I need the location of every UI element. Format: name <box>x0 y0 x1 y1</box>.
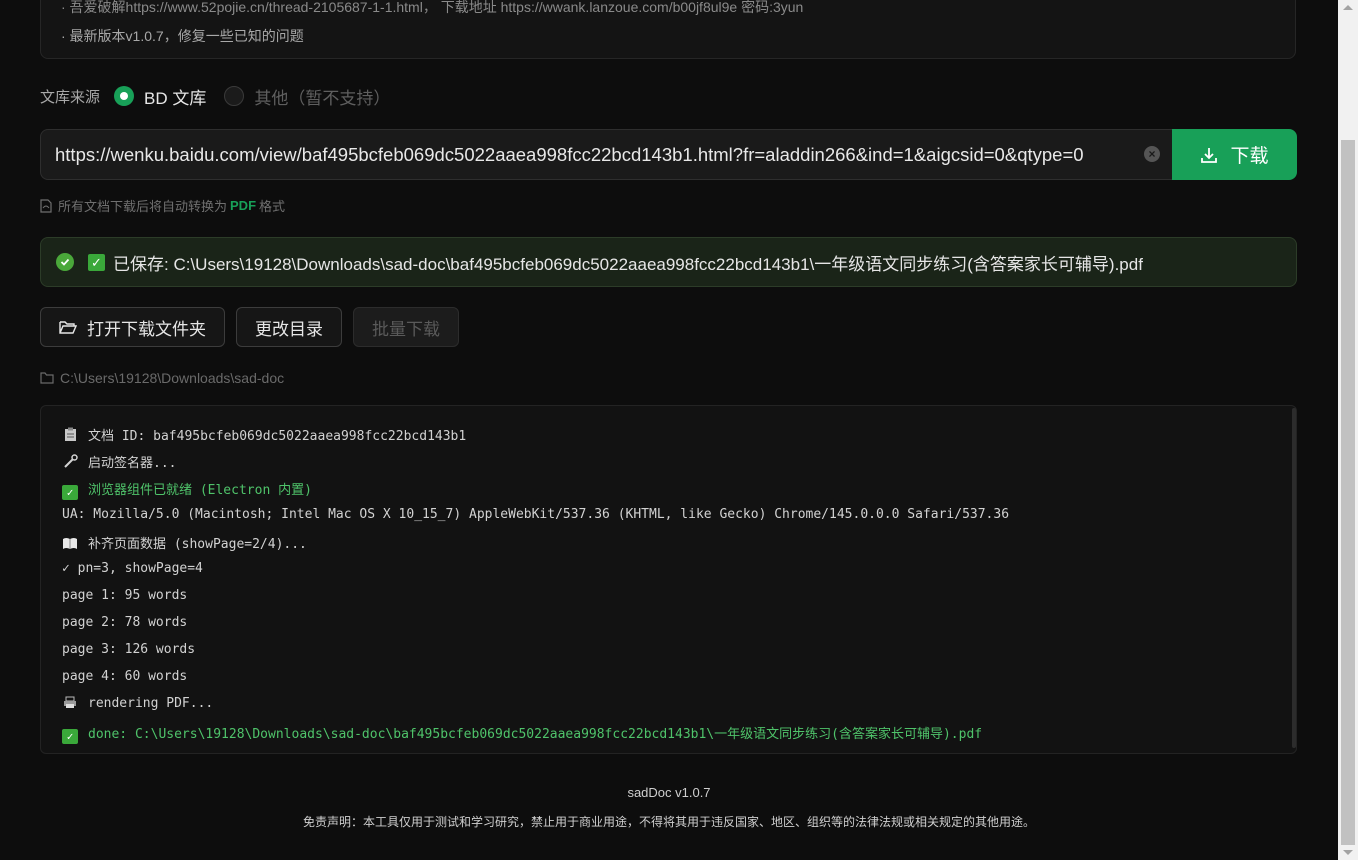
source-selector: 文库来源 BD 文库 其他（暂不支持） <box>40 84 408 108</box>
download-directory: C:\Users\19128\Downloads\sad-doc <box>40 370 284 386</box>
saved-message: 已保存: C:\Users\19128\Downloads\sad-doc\ba… <box>113 254 1143 274</box>
download-button[interactable]: 下载 <box>1172 129 1297 180</box>
log-line: ✓ pn=3, showPage=4 <box>62 561 203 576</box>
log-text: 浏览器组件已就绪 (Electron 内置) <box>88 483 312 498</box>
check-icon: ✓ <box>62 485 78 500</box>
wrench-icon <box>62 454 78 469</box>
log-line: page 4: 60 words <box>62 669 187 684</box>
log-text: rendering PDF... <box>88 696 214 711</box>
pdf-file-icon <box>40 198 52 213</box>
change-directory-button[interactable]: 更改目录 <box>236 307 342 347</box>
scroll-up-icon[interactable] <box>1343 5 1353 10</box>
scroll-down-icon[interactable] <box>1343 850 1353 855</box>
clipboard-icon <box>62 427 78 442</box>
log-panel[interactable]: 文档 ID: baf495bcfeb069dc5022aaea998fcc22b… <box>40 405 1297 754</box>
success-icon <box>56 253 74 271</box>
log-text: page 2: 78 words <box>62 615 188 630</box>
log-text: page 3: 126 words <box>62 642 196 657</box>
disclaimer: 免责声明：本工具仅用于测试和学习研究，禁止用于商业用途，不得将其用于违反国家、地… <box>302 815 1035 829</box>
log-text: 补齐页面数据 (showPage=2/4)... <box>88 537 307 552</box>
log-line: ✓ done: C:\Users\19128\Downloads\sad-doc\… <box>62 723 982 744</box>
radio-unselected-icon <box>224 86 245 106</box>
download-icon <box>1201 147 1218 163</box>
batch-download-button: 批量下载 <box>353 307 459 347</box>
log-line: page 2: 78 words <box>62 615 187 630</box>
radio-selected-icon <box>114 86 135 106</box>
radio-bd-wenku[interactable]: BD 文库 <box>114 84 206 109</box>
log-text: 启动签名器... <box>88 456 177 471</box>
log-line: page 1: 95 words <box>62 588 187 603</box>
folder-open-icon <box>59 320 77 334</box>
log-text: ✓ pn=3, showPage=4 <box>62 561 203 576</box>
source-label: 文库来源 <box>40 88 101 106</box>
log-text: UA: Mozilla/5.0 (Macintosh; Intel Mac OS… <box>62 507 1010 522</box>
log-text: page 4: 60 words <box>62 669 188 684</box>
batch-download-label: 批量下载 <box>372 319 440 339</box>
directory-path: C:\Users\19128\Downloads\sad-doc <box>60 370 285 386</box>
check-icon: ✓ <box>62 729 78 744</box>
log-line: 文档 ID: baf495bcfeb069dc5022aaea998fcc22b… <box>62 425 466 444</box>
folder-icon <box>40 372 54 384</box>
hint-suffix: 格式 <box>259 199 286 214</box>
hint-text: 所有文档下载后将自动转换为 <box>58 199 228 214</box>
check-icon: ✓ <box>88 253 105 271</box>
action-buttons: 打开下载文件夹 更改目录 批量下载 <box>40 307 470 347</box>
open-folder-label: 打开下载文件夹 <box>87 319 206 339</box>
log-text: 文档 ID: baf495bcfeb069dc5022aaea998fcc22b… <box>88 429 467 444</box>
scrollbar-thumb[interactable] <box>1341 140 1355 845</box>
log-scrollbar[interactable] <box>1292 408 1296 748</box>
clear-icon[interactable]: × <box>1144 146 1160 162</box>
log-text: done: C:\Users\19128\Downloads\sad-doc\b… <box>88 727 983 742</box>
hint-pdf: PDF <box>230 198 257 213</box>
saved-alert: ✓ 已保存: C:\Users\19128\Downloads\sad-doc\… <box>40 237 1297 287</box>
printer-icon <box>62 696 78 711</box>
url-field-wrapper: × <box>40 129 1172 180</box>
open-folder-button[interactable]: 打开下载文件夹 <box>40 307 225 347</box>
change-directory-label: 更改目录 <box>255 319 323 339</box>
radio-other-label: 其他（暂不支持） <box>254 88 391 108</box>
log-line: UA: Mozilla/5.0 (Macintosh; Intel Mac OS… <box>62 507 1009 522</box>
radio-other: 其他（暂不支持） <box>224 84 390 109</box>
log-line: ✓ 浏览器组件已就绪 (Electron 内置) <box>62 479 312 500</box>
url-input[interactable] <box>41 130 1140 179</box>
log-line: 补齐页面数据 (showPage=2/4)... <box>62 533 307 552</box>
notice-line-1: · 吾爱破解https://www.52pojie.cn/thread-2105… <box>61 0 804 15</box>
format-hint: 所有文档下载后将自动转换为 PDF 格式 <box>40 196 285 215</box>
log-text: page 1: 95 words <box>62 588 188 603</box>
log-line: rendering PDF... <box>62 696 213 711</box>
book-icon <box>62 537 78 552</box>
log-line: page 3: 126 words <box>62 642 195 657</box>
app-version: sadDoc v1.0.7 <box>627 785 711 800</box>
notice-panel: · 吾爱破解https://www.52pojie.cn/thread-2105… <box>40 0 1296 59</box>
download-button-label: 下载 <box>1230 146 1269 167</box>
url-input-row: × 下载 <box>40 129 1297 180</box>
log-line: 启动签名器... <box>62 452 176 471</box>
page-scrollbar[interactable] <box>1338 0 1358 860</box>
notice-line-2: · 最新版本v1.0.7，修复一些已知的问题 <box>61 28 304 44</box>
radio-bd-wenku-label: BD 文库 <box>144 88 207 108</box>
